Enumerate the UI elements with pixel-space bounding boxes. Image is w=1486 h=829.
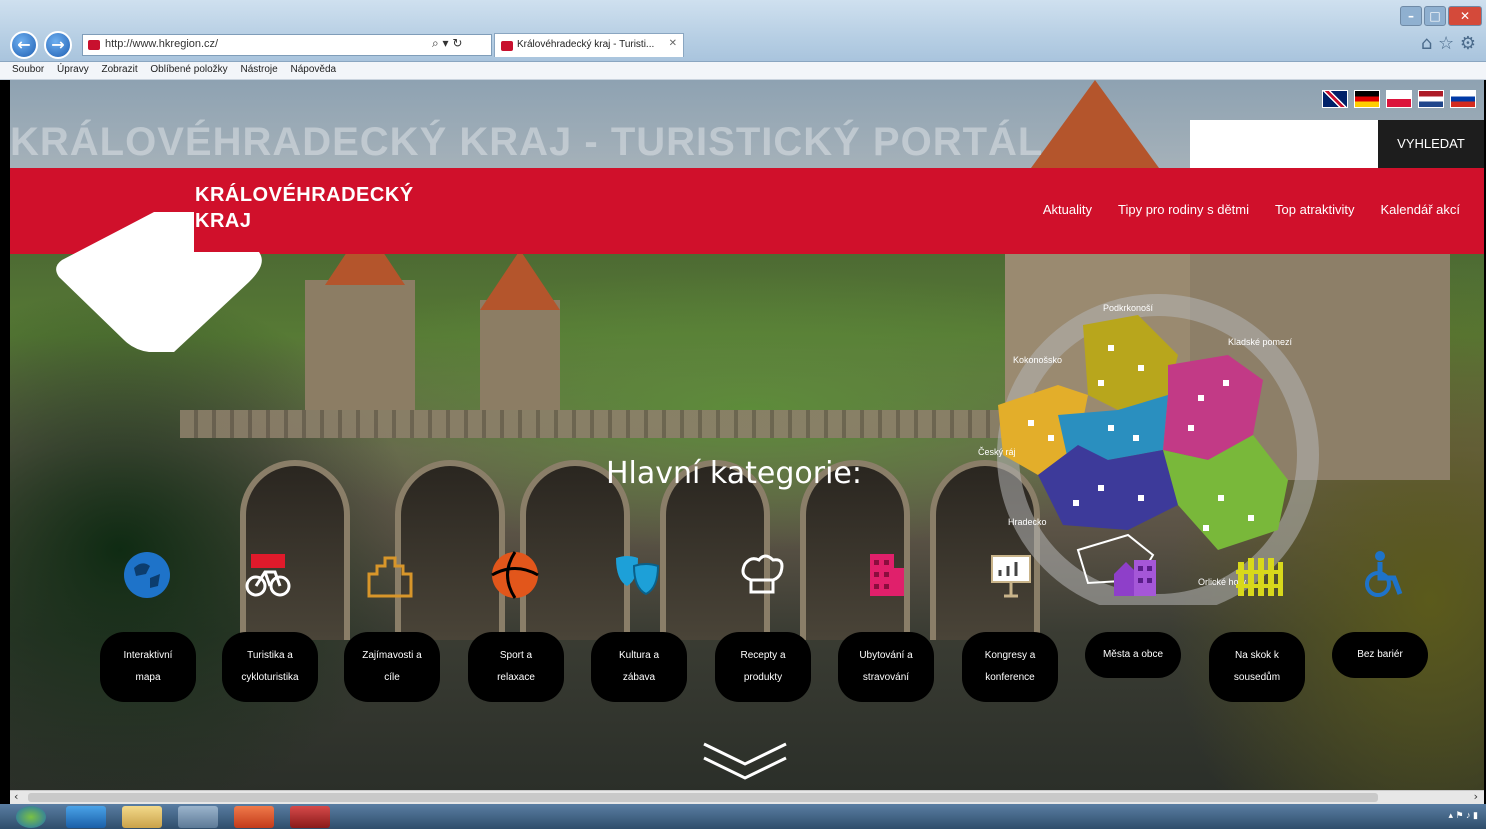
- flag-germany-icon[interactable]: [1354, 90, 1380, 108]
- search-input[interactable]: [1190, 120, 1378, 168]
- category-sport-relax[interactable]: Sport a relaxace: [468, 632, 564, 702]
- category-culture[interactable]: Kultura a zábava: [591, 632, 687, 702]
- menu-tools[interactable]: Nástroje: [240, 64, 277, 75]
- bridge-tower: [305, 280, 415, 410]
- site-favicon-icon: [88, 40, 100, 50]
- category-hiking-cycling[interactable]: Turistika a cykloturistika: [222, 632, 318, 702]
- top-navigation: Aktuality Tipy pro rodiny s dětmi Top at…: [1043, 202, 1460, 217]
- ball-icon[interactable]: [490, 550, 540, 600]
- globe-icon[interactable]: [122, 550, 172, 600]
- address-text: http://www.hkregion.cz/: [105, 38, 219, 50]
- fence-icon[interactable]: [1234, 550, 1284, 600]
- category-interactive-map[interactable]: Interaktivní mapa: [100, 632, 196, 702]
- logo-line1: KRÁLOVÉHRADECKÝ: [195, 184, 414, 206]
- scrollbar-thumb[interactable]: [28, 793, 1378, 802]
- tab-title: Královéhradecký kraj - Turisti...: [517, 39, 655, 50]
- houses-icon[interactable]: [1110, 550, 1160, 600]
- web-page: KRÁLOVÉHRADECKÝ KRAJ - TURISTICKÝ PORTÁL…: [10, 80, 1484, 790]
- menu-help[interactable]: Nápověda: [291, 64, 337, 75]
- back-button[interactable]: ←: [10, 31, 38, 59]
- tower-roof: [480, 250, 560, 310]
- flag-uk-icon[interactable]: [1322, 90, 1348, 108]
- nav-news[interactable]: Aktuality: [1043, 202, 1092, 217]
- category-barrier-free[interactable]: Bez bariér: [1332, 632, 1428, 678]
- category-towns[interactable]: Města a obce: [1085, 632, 1181, 678]
- flag-russia-icon[interactable]: [1450, 90, 1476, 108]
- map-label: Kladské pomezí: [1228, 337, 1293, 347]
- nav-top-attractions[interactable]: Top atraktivity: [1275, 202, 1354, 217]
- nav-events-calendar[interactable]: Kalendář akcí: [1381, 202, 1461, 217]
- home-star-gear-icon[interactable]: ⌂ ☆ ⚙: [1421, 33, 1476, 54]
- map-label: Český ráj: [978, 447, 1016, 457]
- category-sights[interactable]: Zajímavosti a cíle: [344, 632, 440, 702]
- map-label: Hradecko: [1008, 517, 1047, 527]
- category-accommodation[interactable]: Ubytování a stravování: [838, 632, 934, 702]
- hotel-icon[interactable]: [862, 550, 912, 600]
- bridge-railing: [180, 410, 1060, 438]
- castle-icon[interactable]: [365, 550, 415, 600]
- system-tray[interactable]: ▴ ⚑ ♪ ▮: [1448, 810, 1478, 821]
- close-window-button[interactable]: ✕: [1448, 6, 1482, 26]
- browser-titlebar: ← → http://www.hkregion.cz/ ⌕ ▾ ↻ Králov…: [0, 0, 1486, 62]
- categories-title: Hlavní kategorie:: [606, 456, 862, 491]
- theatre-masks-icon[interactable]: [612, 550, 662, 600]
- scroll-down-chevron-icon[interactable]: [700, 738, 790, 784]
- menu-edit[interactable]: Úpravy: [57, 64, 89, 75]
- menu-bar: Soubor Úpravy Zobrazit Oblíbené položky …: [0, 62, 1486, 80]
- minimize-button[interactable]: –: [1400, 6, 1422, 26]
- bridge-tower: [480, 300, 560, 410]
- acrobat-icon[interactable]: [290, 806, 330, 828]
- map-label: Podkrkonoší: [1103, 303, 1154, 313]
- search-button[interactable]: VYHLEDAT: [1378, 120, 1484, 168]
- close-tab-icon[interactable]: ✕: [669, 38, 677, 49]
- scroll-left-icon[interactable]: ‹: [14, 790, 18, 803]
- nav-family-tips[interactable]: Tipy pro rodiny s dětmi: [1118, 202, 1249, 217]
- category-congresses[interactable]: Kongresy a konference: [962, 632, 1058, 702]
- category-neighbours[interactable]: Na skok k sousedům: [1209, 632, 1305, 702]
- menu-view[interactable]: Zobrazit: [102, 64, 138, 75]
- language-flags: [1322, 90, 1476, 108]
- taskbar: ▴ ⚑ ♪ ▮: [0, 804, 1486, 829]
- flag-poland-icon[interactable]: [1386, 90, 1412, 108]
- category-recipes[interactable]: Recepty a produkty: [715, 632, 811, 702]
- browser-tab[interactable]: Královéhradecký kraj - Turisti... ✕: [494, 33, 684, 57]
- file-explorer-icon[interactable]: [122, 806, 162, 828]
- presentation-icon[interactable]: [986, 550, 1036, 600]
- maximize-button[interactable]: □: [1424, 6, 1446, 26]
- internet-explorer-icon[interactable]: [66, 806, 106, 828]
- scroll-right-icon[interactable]: ›: [1474, 790, 1478, 803]
- portal-headline: KRÁLOVÉHRADECKÝ KRAJ - TURISTICKÝ PORTÁL: [10, 120, 1044, 164]
- flag-netherlands-icon[interactable]: [1418, 90, 1444, 108]
- menu-favorites[interactable]: Oblíbené položky: [150, 64, 227, 75]
- tab-favicon-icon: [501, 41, 513, 51]
- wheelchair-icon[interactable]: [1358, 550, 1408, 600]
- horizontal-scrollbar[interactable]: ‹ ›: [10, 790, 1484, 804]
- address-bar[interactable]: http://www.hkregion.cz/: [82, 34, 492, 56]
- start-button-icon[interactable]: [16, 806, 46, 828]
- menu-file[interactable]: Soubor: [12, 64, 44, 75]
- powerpoint-icon[interactable]: [234, 806, 274, 828]
- logo-shape-icon: [56, 212, 262, 352]
- bicycle-icon[interactable]: [243, 550, 293, 600]
- media-player-icon[interactable]: [178, 806, 218, 828]
- search-refresh-icon[interactable]: ⌕ ▾ ↻: [432, 36, 462, 51]
- forward-button[interactable]: →: [44, 31, 72, 59]
- chef-hat-icon[interactable]: [737, 550, 787, 600]
- map-label: Kokonošsko: [1013, 355, 1062, 365]
